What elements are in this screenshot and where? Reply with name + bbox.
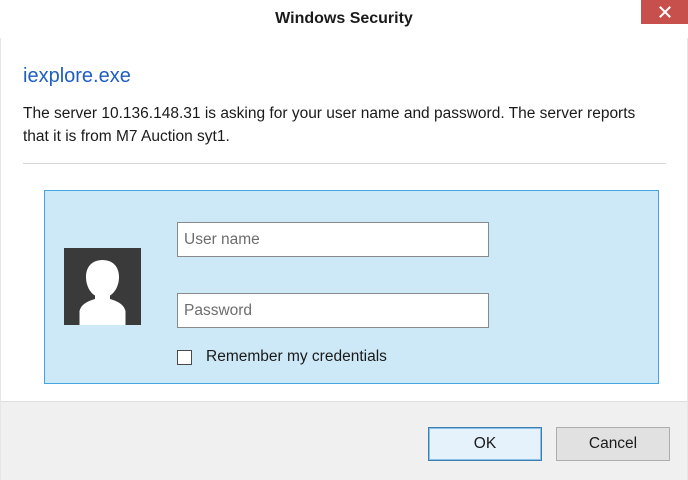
user-avatar-icon [64,248,141,325]
app-name: iexplore.exe [23,65,131,87]
auth-message: The server 10.136.148.31 is asking for y… [23,105,636,145]
password-input[interactable] [177,293,489,328]
title-bar[interactable]: Windows Security [0,0,688,38]
dialog-content: iexplore.exe The server 10.136.148.31 is… [0,38,688,401]
credential-tile: Remember my credentials [44,190,659,384]
window-title: Windows Security [275,10,413,27]
remember-checkbox[interactable] [177,349,192,365]
ok-button[interactable]: OK [428,427,542,461]
username-input[interactable] [177,222,489,257]
cancel-button[interactable]: Cancel [556,427,670,461]
windows-security-dialog: Windows Security iexplore.exe The server… [0,0,688,480]
button-bar: OK Cancel [0,401,688,480]
close-button[interactable] [641,0,688,24]
remember-credentials-option[interactable]: Remember my credentials [177,347,387,367]
close-icon [658,6,671,18]
divider [23,163,666,164]
remember-label: Remember my credentials [206,348,387,365]
